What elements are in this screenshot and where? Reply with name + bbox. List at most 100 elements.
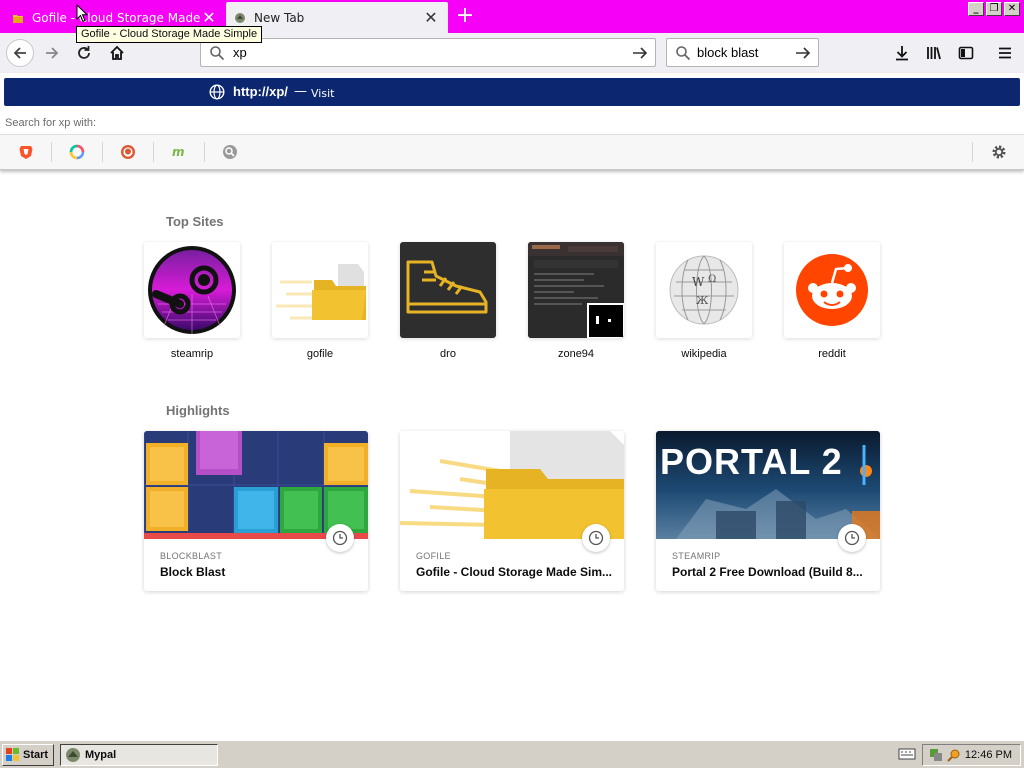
close-window-button[interactable]: ✕ <box>1004 2 1020 16</box>
highlight-title: Block Blast <box>160 565 226 579</box>
top-site-gofile[interactable]: gofile <box>272 242 368 360</box>
steam-logo-icon <box>148 246 236 334</box>
restore-button[interactable]: ❐ <box>986 2 1002 16</box>
visit-separator: — <box>294 84 307 99</box>
top-site-reddit[interactable]: reddit <box>784 242 880 360</box>
searx-search-engine[interactable] <box>213 140 247 164</box>
arrow-right-icon <box>46 47 59 59</box>
duckduckgo-icon <box>121 145 135 159</box>
highlight-card-blockblast[interactable]: BLOCKBLAST Block Blast <box>144 431 368 591</box>
sidebar-button[interactable] <box>952 39 980 67</box>
brave-search-engine[interactable] <box>9 140 43 164</box>
visit-suggestion-row[interactable]: http://xp/ — Visit <box>4 78 1020 106</box>
system-clock: 12:46 PM <box>964 749 1012 761</box>
arrow-left-icon <box>13 47 26 59</box>
search-bar[interactable] <box>666 38 819 67</box>
minimize-button[interactable]: _ <box>968 2 984 16</box>
searx-icon <box>223 145 237 159</box>
wikipedia-globe-icon: W Ω Ж <box>669 255 739 325</box>
back-button[interactable] <box>6 39 34 67</box>
library-icon <box>927 47 941 60</box>
taskbar-item-label: Mypal <box>85 749 117 761</box>
menu-button[interactable] <box>991 39 1019 67</box>
search-tray-icon[interactable] <box>947 748 961 762</box>
visit-action-label: Visit <box>311 87 335 100</box>
reload-button[interactable] <box>70 39 98 67</box>
search-go-arrow-icon[interactable] <box>794 45 812 61</box>
top-site-tile[interactable] <box>272 242 368 338</box>
mypal-favicon-icon <box>235 12 245 23</box>
brave-icon <box>19 146 33 159</box>
mojeek-search-engine[interactable]: m <box>162 140 196 164</box>
one-off-search-engines: m <box>0 134 1024 169</box>
address-bar[interactable] <box>200 38 656 67</box>
tab-tooltip: Gofile - Cloud Storage Made Simple <box>76 26 263 43</box>
top-site-label: gofile <box>306 348 334 360</box>
keyboard-icon[interactable] <box>898 747 916 761</box>
top-site-label: steamrip <box>170 348 214 360</box>
library-button[interactable] <box>920 39 948 67</box>
duckduckgo-search-engine[interactable] <box>111 140 145 164</box>
search-input[interactable] <box>697 45 791 60</box>
svg-text:W: W <box>692 275 705 289</box>
highlight-thumbnail <box>400 431 624 539</box>
search-icon <box>210 46 225 61</box>
taskbar: Start Mypal 12:46 PM <box>0 740 1024 768</box>
downloads-button[interactable] <box>888 39 916 67</box>
mojeek-icon: m <box>172 145 185 159</box>
address-input[interactable] <box>233 45 613 60</box>
tab-title: New Tab <box>254 10 305 25</box>
system-tray: 12:46 PM <box>922 744 1021 766</box>
search-settings-button[interactable] <box>982 140 1016 164</box>
highlight-thumbnail: PORTAL 2 <box>656 431 880 539</box>
top-site-tile[interactable] <box>784 242 880 338</box>
mypal-icon <box>66 748 80 762</box>
top-site-tile[interactable] <box>144 242 240 338</box>
top-sites-title: Top Sites <box>166 214 224 229</box>
mouse-cursor-icon <box>76 4 88 23</box>
globe-icon <box>209 84 225 100</box>
svg-text:m: m <box>172 145 185 159</box>
go-arrow-icon[interactable] <box>631 45 649 61</box>
portal2-title-text: PORTAL 2 <box>660 441 843 482</box>
home-button[interactable] <box>103 39 131 67</box>
start-button[interactable]: Start <box>2 744 54 766</box>
top-site-dro[interactable]: dro <box>400 242 496 360</box>
highlight-thumbnail <box>144 431 368 539</box>
top-site-tile[interactable] <box>528 242 624 338</box>
svg-text:Ж: Ж <box>696 294 709 307</box>
home-icon <box>110 45 124 60</box>
close-tab-icon[interactable]: ✕ <box>200 8 218 27</box>
qwant-icon <box>69 144 85 160</box>
windows-logo-icon <box>6 748 19 761</box>
gear-icon <box>992 145 1006 159</box>
network-icon[interactable] <box>929 748 943 762</box>
new-tab-button[interactable]: + <box>452 4 478 30</box>
top-site-label: zone94 <box>557 348 595 360</box>
highlight-title: Portal 2 Free Download (Build 8... <box>672 565 863 579</box>
urlbar-autocomplete-popup: http://xp/ — Visit Search for xp with: m <box>0 73 1024 170</box>
top-site-steamrip[interactable]: steamrip <box>144 242 240 360</box>
history-clock-icon <box>838 524 866 552</box>
qwant-search-engine[interactable] <box>60 140 94 164</box>
highlight-card-steamrip[interactable]: PORTAL 2 STEAMRIP Portal 2 Free Download… <box>656 431 880 591</box>
taskbar-item-mypal[interactable]: Mypal <box>60 744 218 766</box>
highlight-card-gofile[interactable]: GOFILE Gofile - Cloud Storage Made Sim..… <box>400 431 624 591</box>
top-site-label: reddit <box>818 348 846 360</box>
forward-button[interactable] <box>38 39 66 67</box>
reload-icon <box>78 46 90 59</box>
close-tab-icon[interactable]: ✕ <box>422 8 440 27</box>
shoe-icon <box>406 260 488 314</box>
top-site-zone94[interactable]: zone94 <box>528 242 624 360</box>
folder-icon <box>276 264 366 320</box>
highlight-source: STEAMRIP <box>672 551 721 561</box>
search-icon <box>676 46 691 61</box>
history-clock-icon <box>326 524 354 552</box>
top-site-tile[interactable] <box>400 242 496 338</box>
blockblast-thumbnail <box>144 431 368 539</box>
gofile-thumbnail <box>400 431 624 539</box>
top-site-tile[interactable]: W Ω Ж <box>656 242 752 338</box>
visit-url: http://xp/ <box>233 84 288 99</box>
top-site-wikipedia[interactable]: W Ω Ж wikipedia <box>656 242 752 360</box>
highlight-title: Gofile - Cloud Storage Made Sim... <box>416 565 613 579</box>
